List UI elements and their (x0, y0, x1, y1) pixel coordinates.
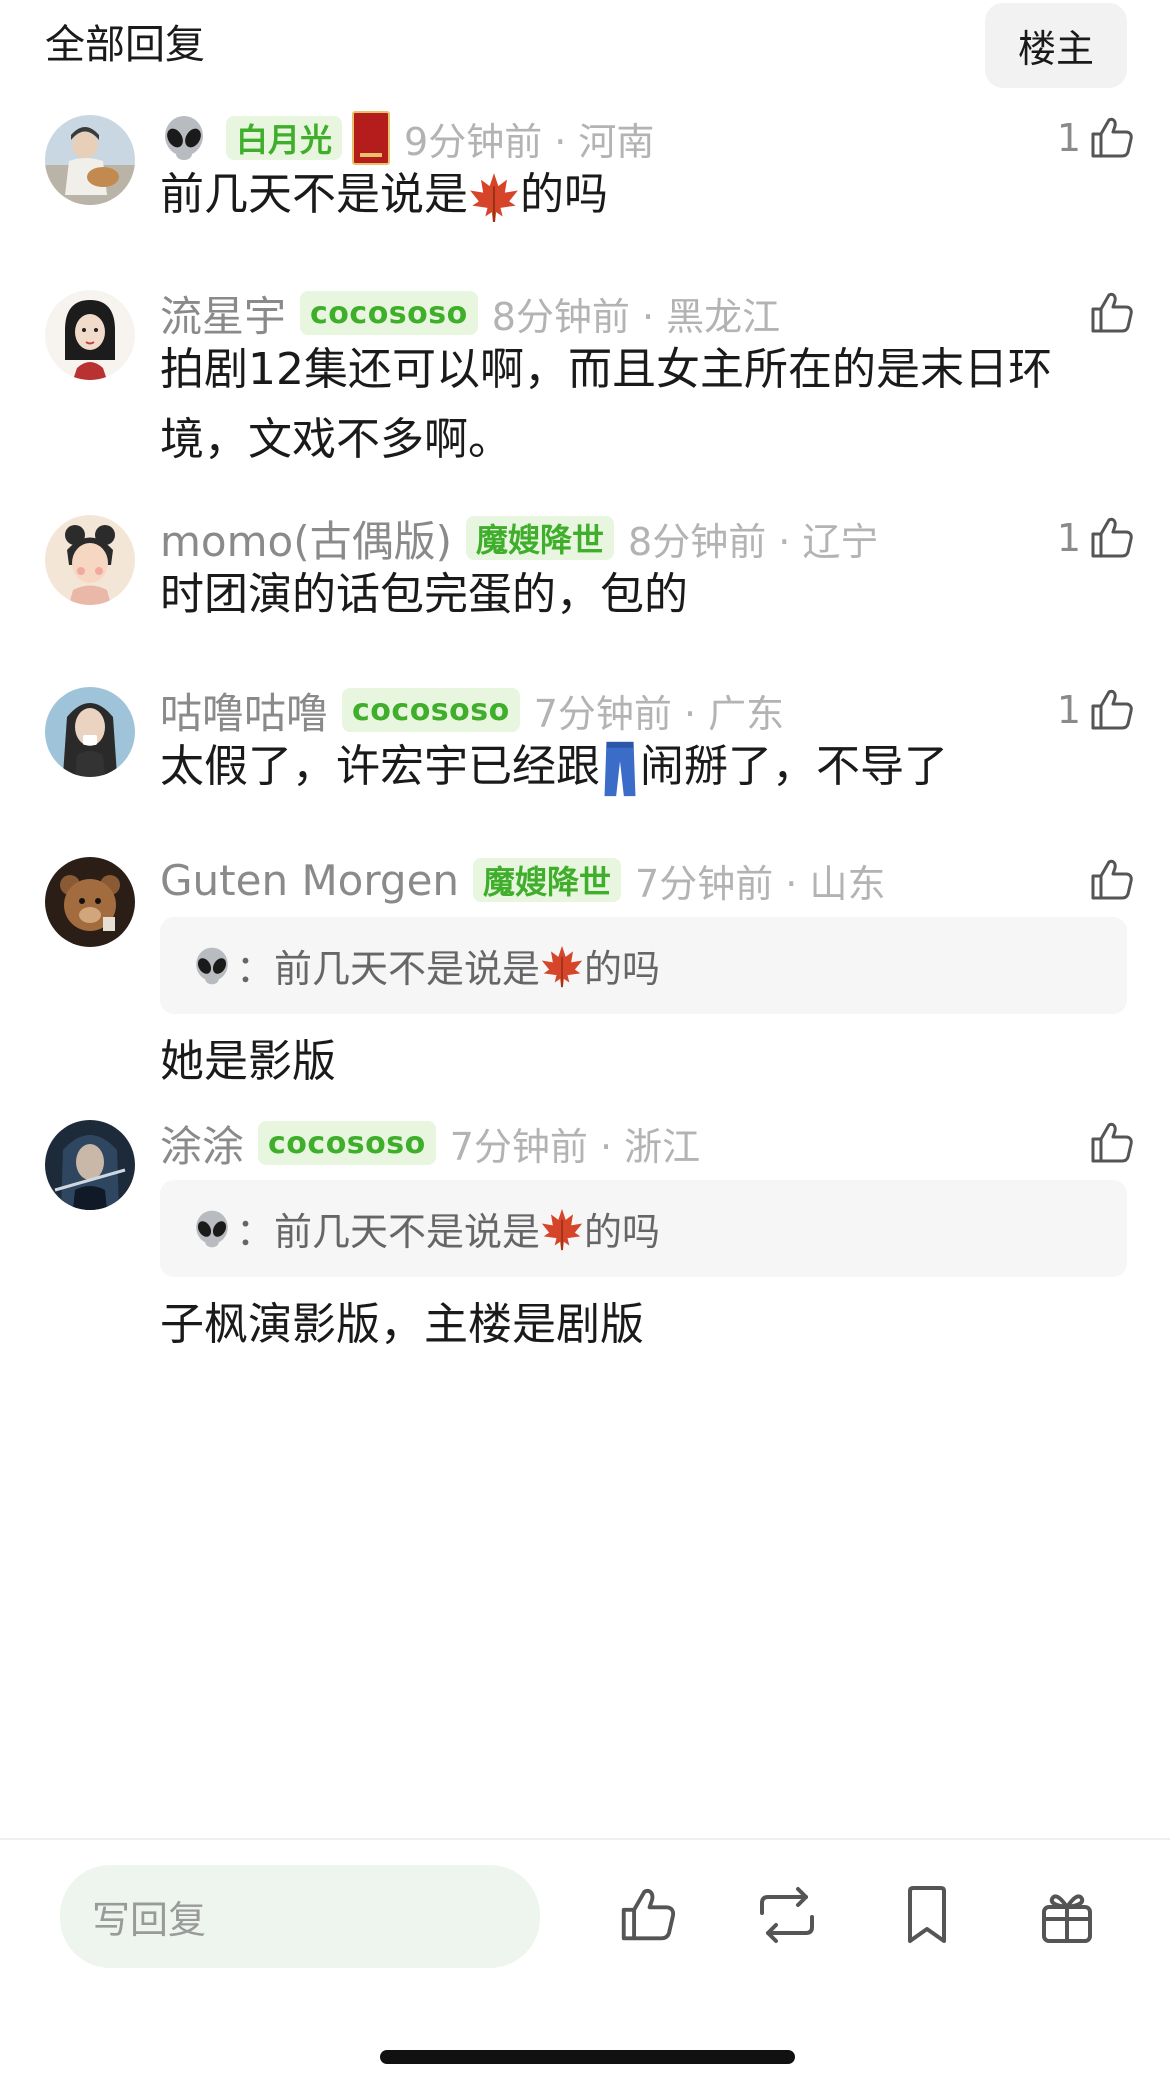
alien-username-icon[interactable] (160, 114, 208, 162)
like-button[interactable] (1081, 850, 1135, 910)
timestamp-location: 7分钟前 · 广东 (533, 691, 785, 736)
reply-input[interactable]: 写回复 (60, 1865, 540, 1968)
like-action-button[interactable] (612, 1880, 682, 1950)
home-indicator[interactable] (380, 2050, 795, 2064)
comment-item: 白月光 9分钟前 · 河南 1 前几天不是说是 的吗 (0, 111, 1170, 245)
fan-badge[interactable]: cocososo (352, 693, 510, 728)
comment-text: 她是影版 (160, 1036, 336, 1087)
avatar[interactable] (45, 687, 135, 777)
comment-text: 前几天不是说是 的吗 (160, 160, 1110, 230)
avatar[interactable] (45, 290, 135, 380)
avatar-dark-warrior-icon (45, 1120, 135, 1210)
page-title: 全部回复 (45, 22, 205, 68)
timestamp-location: 9分钟前 · 河南 (404, 119, 655, 164)
gift-icon (1042, 1894, 1092, 1943)
fan-badge[interactable]: cocososo (310, 296, 468, 331)
comment-meta: Guten Morgen 魔嫂降世 7分钟前 · 山东 (160, 850, 885, 910)
quoted-reply[interactable]: ： 前几天不是说是 的吗 (160, 917, 1127, 1014)
timestamp-location: 8分钟前 · 辽宁 (628, 519, 879, 564)
like-button[interactable] (1081, 283, 1135, 343)
comment-item: momo(古偶版) 魔嫂降世 8分钟前 · 辽宁 1 时团演的话包完蛋的，包的 (0, 515, 1170, 645)
fan-badge[interactable]: 白月光 (226, 116, 343, 160)
avatar-long-hair-man-icon (45, 687, 135, 777)
thumb-up-icon (1087, 289, 1135, 337)
comment-meta: 流星宇 cocososo 8分钟前 · 黑龙江 (160, 283, 780, 343)
comment-item: Guten Morgen 魔嫂降世 7分钟前 · 山东 ： 前几天不是说是 的吗… (0, 856, 1170, 1087)
comment-meta: 白月光 9分钟前 · 河南 (160, 108, 654, 168)
like-button[interactable]: 1 (1057, 508, 1135, 568)
maple-leaf-emoji-icon (468, 171, 520, 223)
like-count: 1 (1056, 116, 1081, 160)
avatar[interactable] (45, 857, 135, 947)
timestamp-location: 7分钟前 · 山东 (635, 861, 886, 906)
comment-text: 太假了，许宏宇已经跟 闹掰了，不导了 (160, 732, 1110, 802)
jeans-emoji-icon (600, 740, 640, 798)
thumb-up-icon (1087, 514, 1135, 562)
header: 全部回复 楼主 (0, 0, 1170, 100)
comment-meta: 咕噜咕噜 cocososo 7分钟前 · 广东 (160, 680, 784, 740)
avatar-teddy-bear-icon (45, 857, 135, 947)
timestamp-location: 7分钟前 · 浙江 (449, 1124, 701, 1169)
comment-item: 流星宇 cocososo 8分钟前 · 黑龙江 拍剧12集还可以啊，而且女主所在… (0, 290, 1170, 465)
thumb-up-icon (1087, 1119, 1135, 1167)
fan-badge[interactable]: 魔嫂降世 (466, 516, 615, 560)
avatar-girl-guitar-icon (45, 115, 135, 205)
bookmark-button[interactable] (892, 1880, 962, 1950)
like-button[interactable]: 1 (1057, 108, 1135, 168)
maple-leaf-emoji-icon (540, 1207, 584, 1251)
like-button[interactable] (1081, 1113, 1135, 1173)
like-count: 1 (1056, 688, 1081, 732)
avatar-girl-sketch-icon (45, 290, 135, 380)
like-count: 1 (1056, 516, 1081, 560)
quoted-reply[interactable]: ： 前几天不是说是 的吗 (160, 1180, 1127, 1277)
owner-filter-button[interactable]: 楼主 (985, 3, 1127, 88)
username[interactable]: Guten Morgen (160, 856, 459, 905)
comment-item: 咕噜咕噜 cocososo 7分钟前 · 广东 1 太假了，许宏宇已经跟 闹掰了，… (0, 687, 1170, 817)
username[interactable]: 涂涂 (160, 1113, 244, 1174)
repost-button[interactable] (752, 1880, 822, 1950)
thumb-up-icon (616, 1884, 678, 1946)
fan-badge[interactable]: cocososo (268, 1126, 426, 1161)
gift-button[interactable] (1032, 1880, 1102, 1950)
fan-badge[interactable]: 魔嫂降世 (473, 858, 622, 902)
bookmark-icon (908, 1886, 946, 1943)
comment-text: 子枫演影版，主楼是剧版 (160, 1299, 644, 1350)
red-book-icon[interactable] (352, 111, 391, 165)
repost-icon (760, 1887, 814, 1943)
thumb-up-icon (1087, 114, 1135, 162)
thumb-up-icon (1087, 686, 1135, 734)
like-button[interactable]: 1 (1057, 680, 1135, 740)
alien-emoji-icon (192, 1209, 232, 1249)
alien-emoji-icon (192, 946, 232, 986)
avatar[interactable] (45, 515, 135, 605)
comment-item: 涂涂 cocososo 7分钟前 · 浙江 ： 前几天不是说是 的吗 子枫演影版… (0, 1120, 1170, 1350)
bottom-action-bar: 写回复 (0, 1838, 1170, 2085)
avatar[interactable] (45, 115, 135, 205)
comment-meta: 涂涂 cocososo 7分钟前 · 浙江 (160, 1113, 700, 1173)
avatar-ancient-girl-icon (45, 515, 135, 605)
thumb-up-icon (1087, 856, 1135, 904)
comment-text: 时团演的话包完蛋的，包的 (160, 569, 688, 620)
comment-text: 拍剧12集还可以啊，而且女主所在的是末日环境，文戏不多啊。 (160, 344, 1052, 465)
maple-leaf-emoji-icon (540, 944, 584, 988)
timestamp-location: 8分钟前 · 黑龙江 (491, 294, 781, 339)
comment-meta: momo(古偶版) 魔嫂降世 8分钟前 · 辽宁 (160, 508, 878, 568)
avatar[interactable] (45, 1120, 135, 1210)
